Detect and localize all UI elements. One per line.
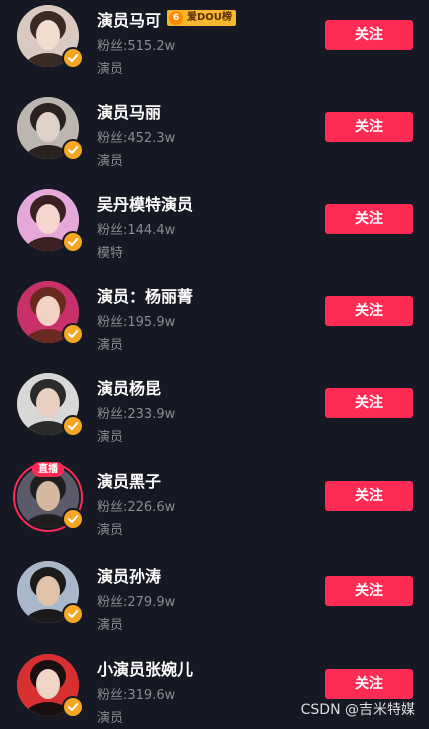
fans-value: 233.9w [127, 407, 176, 422]
fans-label: 粉丝: [97, 39, 128, 54]
avatar-wrap[interactable] [17, 189, 84, 253]
user-name[interactable]: 演员：杨丽菁 [97, 283, 193, 307]
verified-check-icon [62, 696, 84, 718]
fans-value: 279.9w [127, 595, 176, 610]
user-row[interactable]: 演员马丽 粉丝:452.3w 演员 关注 [0, 97, 429, 177]
user-name[interactable]: 演员孙涛 [97, 563, 161, 587]
fans-label: 粉丝: [97, 500, 128, 515]
user-tag: 模特 [97, 246, 124, 261]
avatar-wrap[interactable] [17, 97, 84, 161]
follow-button[interactable]: 关注 [325, 481, 413, 511]
user-name[interactable]: 小演员张婉儿 [97, 656, 193, 680]
verified-check-icon [62, 508, 84, 530]
verified-check-icon [62, 603, 84, 625]
fans-label: 粉丝: [97, 131, 128, 146]
avatar-wrap[interactable] [17, 5, 84, 69]
verified-check-icon [62, 47, 84, 69]
fans-count: 粉丝:515.2w [97, 35, 175, 54]
fans-label: 粉丝: [97, 407, 128, 422]
user-tag: 演员 [97, 338, 124, 353]
fans-label: 粉丝: [97, 688, 128, 703]
live-badge: 直播 [32, 462, 64, 477]
user-name[interactable]: 演员黑子 [97, 468, 161, 492]
follow-button[interactable]: 关注 [325, 296, 413, 326]
avatar-wrap[interactable]: 直播 [13, 462, 84, 532]
avatar-wrap[interactable] [17, 654, 84, 718]
fans-count: 粉丝:319.6w [97, 684, 175, 703]
fans-value: 195.9w [127, 315, 176, 330]
aidou-badge-text: 爱DOU榜 [187, 12, 232, 23]
fans-count: 粉丝:195.9w [97, 311, 175, 330]
follow-button[interactable]: 关注 [325, 112, 413, 142]
user-tag: 演员 [97, 430, 124, 445]
fans-value: 226.6w [127, 500, 176, 515]
fans-count: 粉丝:233.9w [97, 403, 175, 422]
fans-value: 319.6w [127, 688, 176, 703]
user-name[interactable]: 吴丹模特演员 [97, 191, 193, 215]
avatar-wrap[interactable] [17, 281, 84, 345]
user-tag: 演员 [97, 711, 124, 726]
user-name[interactable]: 演员杨昆 [97, 375, 161, 399]
user-tag: 演员 [97, 618, 124, 633]
user-row[interactable]: 演员孙涛 粉丝:279.9w 演员 关注 [0, 561, 429, 641]
user-name[interactable]: 演员马丽 [97, 99, 161, 123]
aidou-rank-badge[interactable]: 6 爱DOU榜 [167, 10, 236, 26]
fans-label: 粉丝: [97, 595, 128, 610]
user-tag: 演员 [97, 523, 124, 538]
user-tag: 演员 [97, 62, 124, 77]
follow-button[interactable]: 关注 [325, 576, 413, 606]
fans-count: 粉丝:226.6w [97, 496, 175, 515]
fans-count: 粉丝:144.4w [97, 219, 175, 238]
user-name[interactable]: 演员马可 [97, 7, 161, 31]
follow-button[interactable]: 关注 [325, 388, 413, 418]
user-row[interactable]: 演员：杨丽菁 粉丝:195.9w 演员 关注 [0, 281, 429, 361]
avatar-wrap[interactable] [17, 373, 84, 437]
user-row[interactable]: 吴丹模特演员 粉丝:144.4w 模特 关注 [0, 189, 429, 269]
fans-value: 515.2w [127, 39, 176, 54]
watermark: CSDN @吉米特媒 [300, 702, 415, 718]
user-tag: 演员 [97, 154, 124, 169]
avatar-wrap[interactable] [17, 561, 84, 625]
verified-check-icon [62, 323, 84, 345]
fans-count: 粉丝:452.3w [97, 127, 175, 146]
user-row[interactable]: 直播 演员黑子 粉丝:226.6w 演员 关注 [0, 462, 429, 546]
follow-button[interactable]: 关注 [325, 204, 413, 234]
verified-check-icon [62, 415, 84, 437]
follow-button[interactable]: 关注 [325, 669, 413, 699]
fans-label: 粉丝: [97, 315, 128, 330]
coin-icon: 6 [169, 11, 183, 25]
follow-button[interactable]: 关注 [325, 20, 413, 50]
fans-label: 粉丝: [97, 223, 128, 238]
fans-value: 452.3w [127, 131, 176, 146]
verified-check-icon [62, 231, 84, 253]
user-row[interactable]: 演员杨昆 粉丝:233.9w 演员 关注 [0, 373, 429, 453]
fans-value: 144.4w [127, 223, 176, 238]
verified-check-icon [62, 139, 84, 161]
fans-count: 粉丝:279.9w [97, 591, 175, 610]
user-row[interactable]: 演员马可 6 爱DOU榜 粉丝:515.2w 演员 关注 [0, 5, 429, 85]
